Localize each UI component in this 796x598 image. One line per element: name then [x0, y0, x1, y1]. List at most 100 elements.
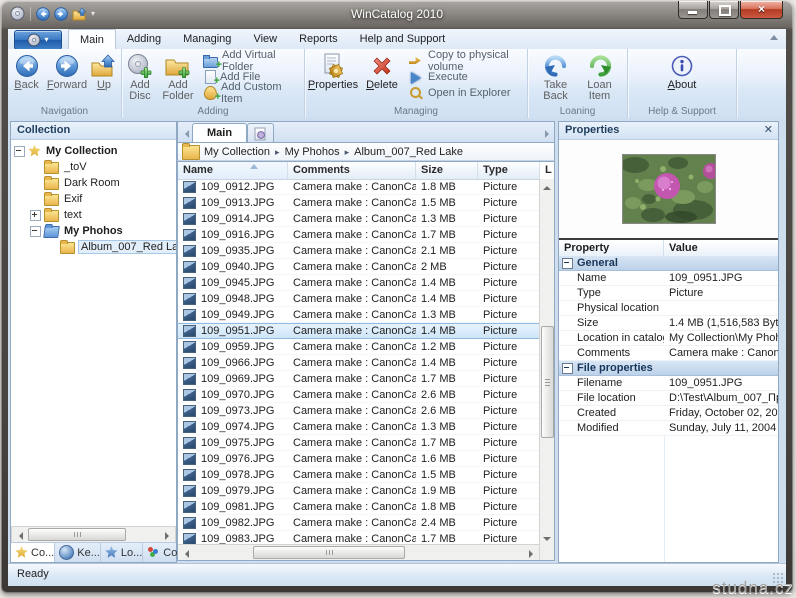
property-row[interactable]: Size 1.4 MB (1,516,583 Bytes): [559, 316, 778, 331]
tree-item[interactable]: Album_007_Red Lake: [11, 239, 176, 255]
managing-small-item[interactable]: Open in Explorer: [403, 85, 525, 101]
managing-small-item[interactable]: Copy to physical volume: [403, 52, 525, 69]
property-column-header[interactable]: Property: [559, 240, 664, 256]
titlebar[interactable]: ▾ WinCatalog 2010 ×: [1, 1, 793, 29]
tab-search[interactable]: [247, 123, 274, 143]
property-row[interactable]: Filename 109_0951.JPG: [559, 376, 778, 391]
adding-small-item[interactable]: Add Custom Item: [198, 84, 302, 101]
minus-icon[interactable]: [14, 146, 25, 157]
ribbon-tab[interactable]: Main: [68, 29, 116, 49]
property-row[interactable]: File location D:\Test\Album_007_Пр...: [559, 391, 778, 406]
column-header-type[interactable]: Type: [478, 162, 540, 179]
property-row[interactable]: General: [559, 256, 778, 271]
panel-close-icon[interactable]: ✕: [764, 122, 773, 139]
add-disc-button[interactable]: Add Disc: [122, 49, 158, 101]
file-row[interactable]: 109_0976.JPG Camera make : CanonCa... 1.…: [178, 451, 540, 467]
file-row[interactable]: 109_0948.JPG Camera make : CanonCa... 1.…: [178, 291, 540, 307]
column-header-comments[interactable]: Comments: [288, 162, 416, 179]
column-header-size[interactable]: Size: [416, 162, 478, 179]
property-row[interactable]: Created Friday, October 02, 2009...: [559, 406, 778, 421]
files-horizontal-scrollbar[interactable]: [178, 544, 540, 560]
back-button[interactable]: Back: [8, 49, 45, 101]
file-row[interactable]: 109_0959.JPG Camera make : CanonCa... 1.…: [178, 339, 540, 355]
file-row[interactable]: 109_0912.JPG Camera make : CanonCa... 1.…: [178, 179, 540, 195]
column-header-clipped[interactable]: L: [540, 162, 554, 179]
close-button[interactable]: ×: [740, 1, 783, 19]
tree-item[interactable]: text: [11, 207, 176, 223]
tab-main[interactable]: Main: [192, 123, 247, 143]
ribbon-tab[interactable]: View: [242, 29, 288, 49]
breadcrumb-item[interactable]: My Phohos: [275, 146, 340, 158]
file-row[interactable]: 109_0974.JPG Camera make : CanonCa... 1.…: [178, 419, 540, 435]
file-row[interactable]: 109_0966.JPG Camera make : CanonCa... 1.…: [178, 355, 540, 371]
managing-small-item[interactable]: Execute: [403, 69, 525, 85]
tree-item[interactable]: Exif: [11, 191, 176, 207]
file-row[interactable]: 109_0916.JPG Camera make : CanonCa... 1.…: [178, 227, 540, 243]
about-button[interactable]: About: [657, 49, 707, 101]
plus-icon[interactable]: [30, 210, 41, 221]
ribbon-tab[interactable]: Managing: [172, 29, 242, 49]
breadcrumb-item[interactable]: Album_007_Red Lake: [345, 146, 463, 158]
ribbon-tab[interactable]: Help and Support: [349, 29, 457, 49]
scrollbar-thumb[interactable]: [541, 326, 554, 438]
panel-tab[interactable]: Ke...: [55, 543, 101, 562]
file-row[interactable]: 109_0970.JPG Camera make : CanonCa... 2.…: [178, 387, 540, 403]
scroll-left-icon[interactable]: [12, 527, 27, 542]
properties-button[interactable]: Properties: [305, 49, 361, 101]
tab-scroll-left-icon[interactable]: [178, 124, 192, 143]
property-row[interactable]: Modified Sunday, July 11, 2004 2:...: [559, 421, 778, 436]
property-row[interactable]: Location in catalog My Collection\My Pho…: [559, 331, 778, 346]
file-row[interactable]: 109_0913.JPG Camera make : CanonCa... 1.…: [178, 195, 540, 211]
minus-icon[interactable]: [30, 226, 41, 237]
file-row[interactable]: 109_0975.JPG Camera make : CanonCa... 1.…: [178, 435, 540, 451]
file-row[interactable]: 109_0940.JPG Camera make : CanonCa... 2 …: [178, 259, 540, 275]
scrollbar-thumb[interactable]: [253, 546, 405, 559]
scroll-down-icon[interactable]: [542, 534, 552, 544]
file-row[interactable]: 109_0914.JPG Camera make : CanonCa... 1.…: [178, 211, 540, 227]
ribbon-tab[interactable]: Reports: [288, 29, 349, 49]
file-row[interactable]: 109_0951.JPG Camera make : CanonCa... 1.…: [178, 323, 540, 339]
scrollbar-thumb[interactable]: [28, 528, 126, 541]
forward-button[interactable]: Forward: [45, 49, 89, 101]
tree-item[interactable]: My Phohos: [11, 223, 176, 239]
property-row[interactable]: File properties: [559, 361, 778, 376]
file-row[interactable]: 109_0978.JPG Camera make : CanonCa... 1.…: [178, 467, 540, 483]
panel-tab[interactable]: Lo...: [101, 543, 143, 562]
take-back-button[interactable]: Take Back: [534, 49, 578, 101]
file-row[interactable]: 109_0981.JPG Camera make : CanonCa... 1.…: [178, 499, 540, 515]
maximize-button[interactable]: [709, 1, 739, 19]
property-row[interactable]: Comments Camera make : CanonC...: [559, 346, 778, 361]
tree-item[interactable]: My Collection: [11, 143, 176, 159]
up-button[interactable]: Up: [89, 49, 119, 101]
property-row[interactable]: Physical location: [559, 301, 778, 316]
ribbon-collapse-icon[interactable]: [770, 35, 778, 40]
file-row[interactable]: 109_0949.JPG Camera make : CanonCa... 1.…: [178, 307, 540, 323]
tree-horizontal-scrollbar[interactable]: [11, 526, 176, 543]
minimize-button[interactable]: [678, 1, 708, 19]
scroll-left-icon[interactable]: [178, 545, 193, 560]
add-folder-button[interactable]: Add Folder: [158, 49, 198, 101]
file-row[interactable]: 109_0979.JPG Camera make : CanonCa... 1.…: [178, 483, 540, 499]
scroll-right-icon[interactable]: [160, 527, 175, 542]
files-vertical-scrollbar[interactable]: [539, 179, 554, 546]
adding-small-item[interactable]: Add Virtual Folder: [198, 52, 302, 69]
tab-scroll-right-icon[interactable]: [540, 124, 554, 143]
scroll-up-icon[interactable]: [542, 181, 552, 191]
file-row[interactable]: 109_0969.JPG Camera make : CanonCa... 1.…: [178, 371, 540, 387]
panel-tab[interactable]: Co...: [11, 543, 55, 562]
breadcrumb-item[interactable]: My Collection: [204, 146, 270, 158]
file-row[interactable]: 109_0945.JPG Camera make : CanonCa... 1.…: [178, 275, 540, 291]
file-row[interactable]: 109_0982.JPG Camera make : CanonCa... 2.…: [178, 515, 540, 531]
tree-item[interactable]: Dark Room: [11, 175, 176, 191]
property-row[interactable]: Type Picture: [559, 286, 778, 301]
property-row[interactable]: Name 109_0951.JPG: [559, 271, 778, 286]
application-menu-button[interactable]: ▾: [14, 30, 62, 50]
column-header-name[interactable]: Name: [178, 162, 288, 179]
delete-button[interactable]: Delete: [361, 49, 403, 101]
file-row[interactable]: 109_0973.JPG Camera make : CanonCa... 2.…: [178, 403, 540, 419]
scroll-right-icon[interactable]: [524, 545, 539, 560]
collapse-icon[interactable]: [562, 363, 573, 374]
value-column-header[interactable]: Value: [664, 240, 778, 256]
ribbon-tab[interactable]: Adding: [116, 29, 172, 49]
collapse-icon[interactable]: [562, 258, 573, 269]
